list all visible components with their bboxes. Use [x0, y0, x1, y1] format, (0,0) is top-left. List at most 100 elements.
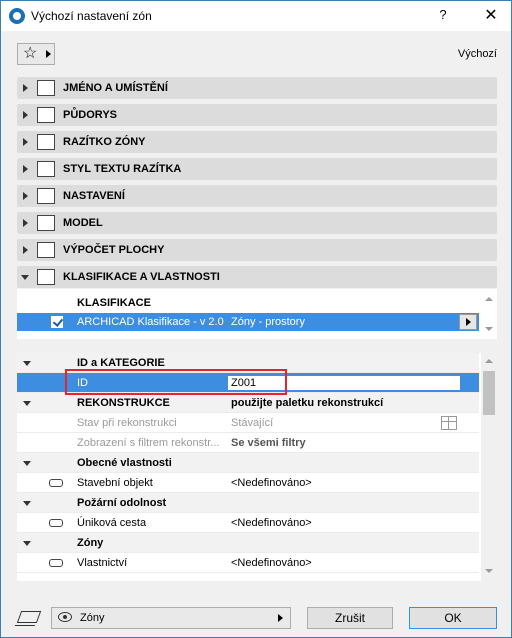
- text-style-icon: [37, 161, 55, 177]
- property-value[interactable]: <Nedefinováno>: [231, 557, 312, 569]
- classification-value: Zóny - prostory: [231, 316, 305, 328]
- cancel-button[interactable]: Zrušit: [307, 607, 393, 629]
- collapse-arrow-icon[interactable]: [23, 361, 31, 366]
- zone-settings-dialog: Výchozí nastavení zón ? ✕ ☆ Výchozí JMÉN…: [0, 0, 512, 638]
- footer-bar: Zóny Zrušit OK: [1, 597, 511, 637]
- favorites-button[interactable]: ☆: [17, 43, 55, 65]
- group-label: Zóny: [77, 537, 104, 549]
- model-icon: [37, 215, 55, 231]
- panel-floorplan[interactable]: PŮDORYS: [17, 104, 497, 126]
- property-value: Se všemi filtry: [231, 437, 306, 449]
- link-icon: [49, 559, 63, 567]
- property-value: Stávající: [231, 417, 274, 429]
- link-icon: [49, 479, 63, 487]
- classification-list: KLASIFIKACE ARCHICAD Klasifikace - v 2.0…: [17, 289, 497, 339]
- classification-row[interactable]: ARCHICAD Klasifikace - v 2.0 Zóny - pros…: [17, 313, 479, 331]
- classification-icon: [37, 269, 55, 285]
- property-value[interactable]: <Nedefinováno>: [231, 517, 312, 529]
- properties-scrollbar[interactable]: [481, 353, 497, 581]
- panel-label: STYL TEXTU RAZÍTKA: [63, 163, 182, 175]
- resize-grip-icon[interactable]: [497, 623, 507, 633]
- classification-picker-button[interactable]: [459, 314, 477, 330]
- panel-label: RAZÍTKO ZÓNY: [63, 136, 146, 148]
- scroll-up-icon[interactable]: [485, 359, 493, 363]
- classification-checkbox[interactable]: [51, 316, 63, 328]
- collapse-arrow-icon[interactable]: [23, 461, 31, 466]
- expand-arrow-icon: [23, 84, 28, 92]
- scroll-down-icon[interactable]: [485, 569, 493, 573]
- group-label: Obecné vlastnosti: [77, 457, 172, 469]
- scrollbar-thumb[interactable]: [483, 371, 495, 415]
- expand-arrow-icon: [23, 219, 28, 227]
- help-button[interactable]: ?: [433, 7, 453, 25]
- chevron-right-icon: [278, 614, 283, 622]
- group-general[interactable]: Obecné vlastnosti: [17, 453, 479, 473]
- scroll-up-icon[interactable]: [485, 297, 493, 301]
- properties-list: ID a KATEGORIE ID REKONSTRUKCE použijte …: [17, 353, 497, 581]
- layer-select[interactable]: Zóny: [51, 607, 291, 629]
- group-label: Požární odolnost: [77, 497, 167, 509]
- panel-label: NASTAVENÍ: [63, 190, 125, 202]
- star-icon: ☆: [23, 45, 38, 62]
- property-row-renovation-filter[interactable]: Zobrazení s filtrem rekonstr... Se všemi…: [17, 433, 479, 453]
- floorplan-icon: [37, 107, 55, 123]
- panel-name-location[interactable]: JMÉNO A UMÍSTĚNÍ: [17, 77, 497, 99]
- expand-arrow-icon: [23, 192, 28, 200]
- property-row-renovation-status[interactable]: Stav při rekonstrukci Stávající: [17, 413, 479, 433]
- panel-label: JMÉNO A UMÍSTĚNÍ: [63, 82, 168, 94]
- panel-label: KLASIFIKACE A VLASTNOSTI: [63, 271, 220, 283]
- name-location-icon: [37, 80, 55, 96]
- id-highlight-box: [65, 369, 287, 395]
- panel-text-style[interactable]: STYL TEXTU RAZÍTKA: [17, 158, 497, 180]
- property-label: Úniková cesta: [77, 517, 147, 529]
- property-label: Zobrazení s filtrem rekonstr...: [77, 437, 220, 449]
- chevron-right-icon: [46, 50, 51, 58]
- panel-settings[interactable]: NASTAVENÍ: [17, 185, 497, 207]
- group-label: REKONSTRUKCE: [77, 397, 170, 409]
- classification-header: KLASIFIKACE: [77, 297, 151, 309]
- panel-area-calc[interactable]: VÝPOČET PLOCHY: [17, 239, 497, 261]
- archicad-app-icon: [9, 8, 25, 24]
- zone-stamp-icon: [37, 134, 55, 150]
- settings-icon: [37, 188, 55, 204]
- property-label: Stav při rekonstrukci: [77, 417, 177, 429]
- layer-value: Zóny: [80, 612, 105, 624]
- expand-arrow-icon: [23, 138, 28, 146]
- classification-scrollbar[interactable]: [481, 289, 497, 339]
- group-renovation[interactable]: REKONSTRUKCE použijte paletku rekonstruk…: [17, 393, 479, 413]
- panel-label: VÝPOČET PLOCHY: [63, 244, 165, 256]
- link-icon: [49, 519, 63, 527]
- brick-wall-icon[interactable]: [441, 416, 457, 430]
- property-row-ownership[interactable]: Vlastnictví <Nedefinováno>: [17, 553, 479, 573]
- expand-arrow-icon: [23, 246, 28, 254]
- layer-icon: [16, 611, 42, 623]
- panel-classification[interactable]: KLASIFIKACE A VLASTNOSTI: [17, 266, 497, 288]
- property-row-escape-route[interactable]: Úniková cesta <Nedefinováno>: [17, 513, 479, 533]
- renovation-hint: použijte paletku rekonstrukcí: [231, 397, 384, 409]
- expand-arrow-icon: [23, 165, 28, 173]
- property-label: Vlastnictví: [77, 557, 128, 569]
- window-title: Výchozí nastavení zón: [31, 9, 152, 23]
- collapse-arrow-icon: [21, 275, 29, 280]
- panel-zone-stamp[interactable]: RAZÍTKO ZÓNY: [17, 131, 497, 153]
- classification-system: ARCHICAD Klasifikace - v 2.0: [77, 316, 224, 328]
- property-value[interactable]: <Nedefinováno>: [231, 477, 312, 489]
- panel-model[interactable]: MODEL: [17, 212, 497, 234]
- area-calc-icon: [37, 242, 55, 258]
- ok-button[interactable]: OK: [409, 607, 497, 629]
- group-zones[interactable]: Zóny: [17, 533, 479, 553]
- property-label: Stavební objekt: [77, 477, 153, 489]
- eye-icon: [58, 612, 72, 622]
- default-settings-label: Výchozí: [457, 48, 497, 60]
- collapse-arrow-icon[interactable]: [23, 501, 31, 506]
- property-row-building-object[interactable]: Stavební objekt <Nedefinováno>: [17, 473, 479, 493]
- title-bar: Výchozí nastavení zón ? ✕: [1, 1, 511, 31]
- collapse-arrow-icon[interactable]: [23, 541, 31, 546]
- collapse-arrow-icon[interactable]: [23, 401, 31, 406]
- panel-label: PŮDORYS: [63, 109, 117, 121]
- close-button[interactable]: ✕: [479, 5, 503, 27]
- group-fire-resistance[interactable]: Požární odolnost: [17, 493, 479, 513]
- panel-label: MODEL: [63, 217, 103, 229]
- scroll-down-icon[interactable]: [485, 327, 493, 331]
- expand-arrow-icon: [23, 111, 28, 119]
